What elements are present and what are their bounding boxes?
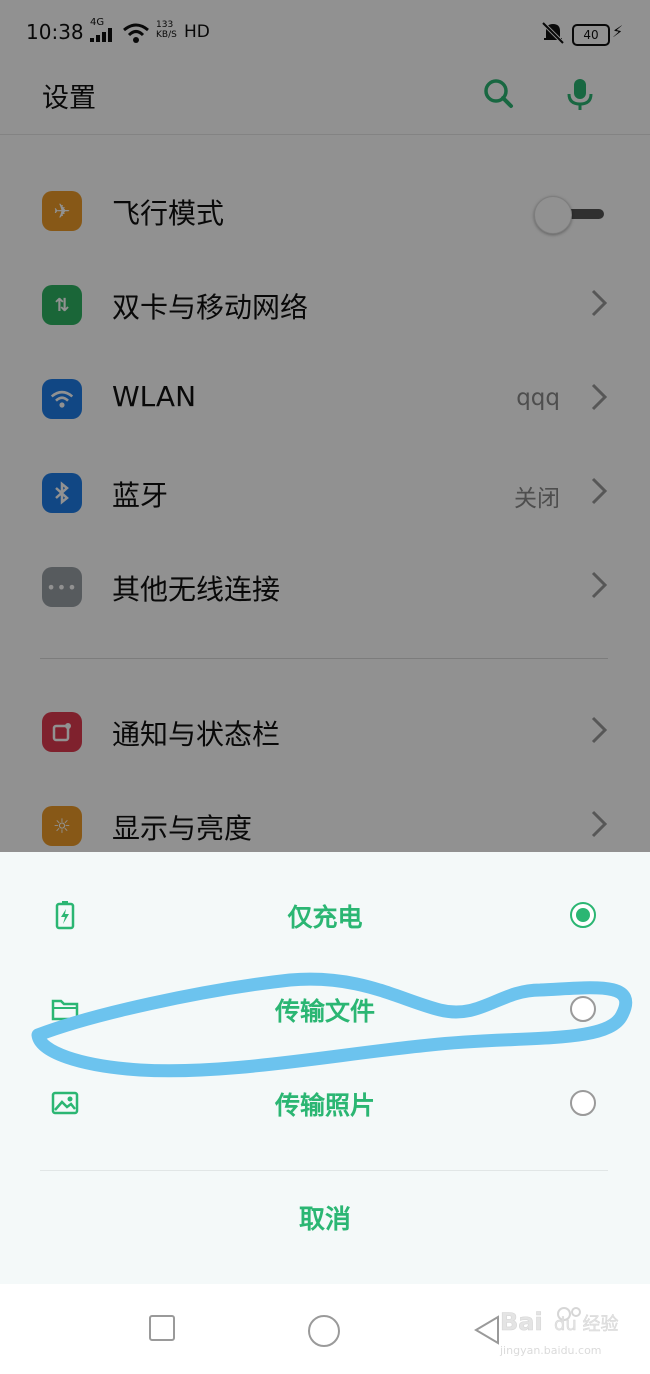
home-circle-icon[interactable] [307,1314,341,1348]
recents-square-icon[interactable] [148,1314,176,1342]
option-label: 仅充电 [287,903,363,932]
option-charge-only[interactable]: 仅充电 [0,870,650,964]
option-label: 传输照片 [274,1091,375,1120]
radio-button[interactable] [570,1090,596,1116]
radio-button[interactable] [570,996,596,1022]
option-label: 传输文件 [274,997,375,1026]
svg-text:du 经验: du 经验 [554,1314,619,1335]
option-transfer-photos[interactable]: 传输照片 [0,1058,650,1152]
svg-text:jingyan.baidu.com: jingyan.baidu.com [499,1344,602,1357]
modal-scrim[interactable] [0,0,650,852]
settings-screen: 10:38 4G 133 KB/S HD 40 ⚡ 设置 ✈ 飞行模式 ⇅ 双卡… [0,0,650,1374]
svg-text:Bai: Bai [500,1308,543,1336]
radio-button-selected[interactable] [570,902,596,928]
option-transfer-files[interactable]: 传输文件 [0,964,650,1058]
baidu-jingyan-watermark: Bai du 经验 jingyan.baidu.com [499,1307,619,1357]
sheet-divider [40,1170,608,1171]
cancel-button[interactable]: 取消 [0,1190,650,1250]
